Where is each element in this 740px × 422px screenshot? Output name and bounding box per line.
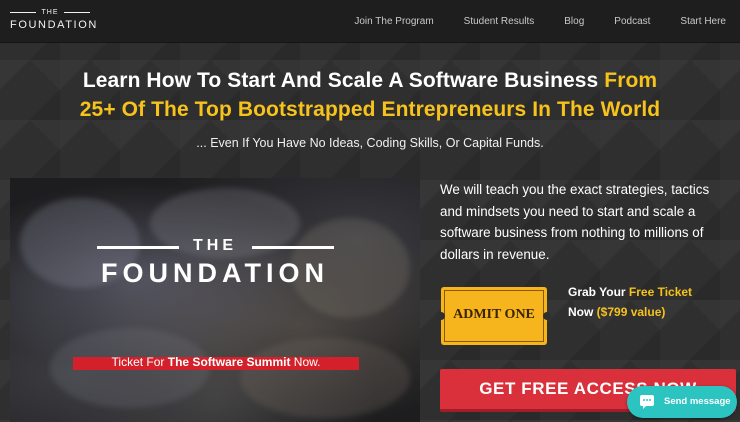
nav-link-start-here[interactable]: Start Here — [680, 16, 726, 27]
site-logo[interactable]: THE FOUNDATION — [10, 8, 98, 34]
headline-white-part: Learn How To Start And Scale A Software … — [82, 69, 599, 92]
logo-wordmark: FOUNDATION — [10, 19, 98, 31]
logo-the: THE — [41, 9, 59, 16]
hero-subline: ... Even If You Have No Ideas, Coding Sk… — [196, 136, 544, 150]
headline-accent-part-2: 25+ Of The Top Bootstrapped Entrepreneur… — [79, 98, 661, 121]
nav-link-podcast[interactable]: Podcast — [614, 16, 650, 27]
grab-value: ($799 value) — [596, 305, 666, 319]
video-title-the: THE — [193, 237, 237, 254]
nav-links: Join The Program Student Results Blog Po… — [354, 0, 726, 42]
admit-one-label: ADMIT ONE — [453, 307, 535, 322]
nav-link-blog[interactable]: Blog — [564, 16, 584, 27]
nav-link-student-results[interactable]: Student Results — [464, 16, 535, 27]
video-title-wordmark: FOUNDATION — [101, 258, 329, 288]
grab-ticket-text: Grab Your Free Ticket Now ($799 value) — [568, 282, 738, 322]
nav-link-join-program[interactable]: Join The Program — [354, 16, 433, 27]
chat-dot — [649, 399, 651, 401]
grab-text-2: Now — [568, 305, 597, 319]
top-navigation: THE FOUNDATION Join The Program Student … — [0, 0, 740, 42]
grab-free-ticket: Free Ticket — [628, 285, 693, 299]
chat-bubble-icon — [640, 395, 654, 409]
admit-one-ticket-icon: ADMIT ONE — [437, 287, 551, 345]
grab-text-1: Grab Your — [568, 285, 629, 299]
ticket-caption-suffix: Now. — [290, 355, 321, 369]
ticket-caption-prefix: Ticket For — [111, 355, 168, 369]
crowd-blur — [240, 338, 410, 418]
send-message-chat-button[interactable]: Send message — [627, 386, 737, 418]
pitch-text: We will teach you the exact strategies, … — [440, 182, 710, 262]
chat-label: Send message — [664, 396, 731, 407]
chat-dot — [643, 399, 645, 401]
ticket-caption-bold: The Software Summit — [167, 355, 291, 369]
video-ticket-caption: Ticket For The Software Summit Now. — [73, 354, 359, 371]
headline-accent-part-1: From — [604, 69, 658, 92]
chat-dot — [646, 399, 648, 401]
hero-headline: Learn How To Start And Scale A Software … — [0, 66, 740, 124]
video-player[interactable] — [10, 178, 420, 422]
